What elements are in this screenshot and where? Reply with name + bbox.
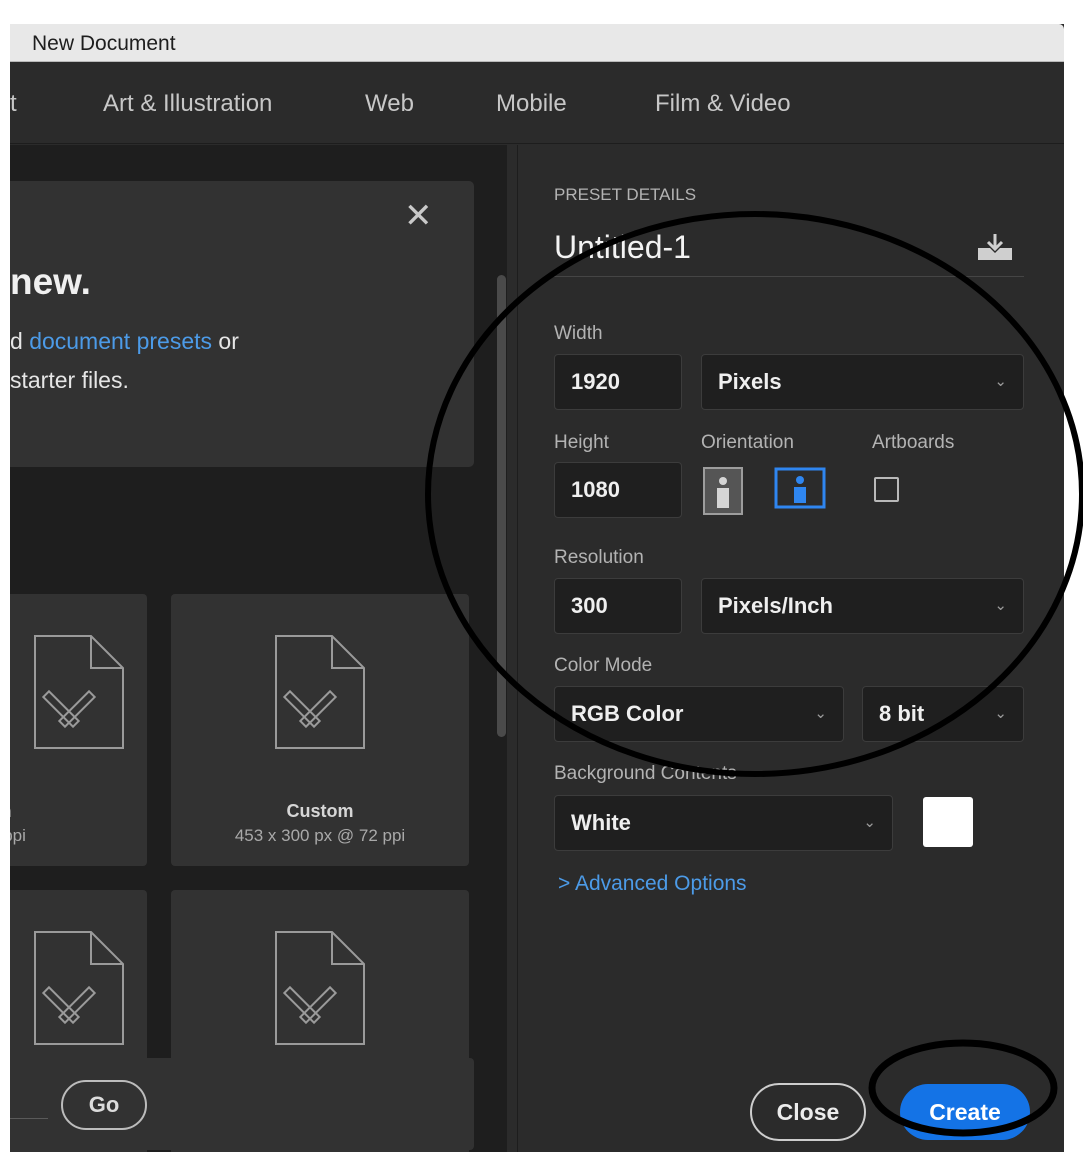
scrollbar[interactable] (497, 275, 506, 737)
artboards-checkbox[interactable] (874, 477, 899, 502)
preset-name: om (10, 801, 147, 822)
bit-depth-select[interactable]: 8 bit ⌄ (862, 686, 1024, 742)
width-unit-select[interactable]: Pixels ⌄ (701, 354, 1024, 410)
close-button[interactable]: Close (750, 1083, 866, 1141)
orientation-label: Orientation (701, 432, 794, 453)
preset-dimensions: 453 x 300 px @ 72 ppi (234, 826, 406, 845)
tab-web[interactable]: Web (365, 90, 414, 118)
welcome-heading: new. (10, 261, 91, 302)
title-bar: New Document (10, 24, 1064, 62)
color-mode-value: RGB Color (571, 701, 684, 726)
landscape-orientation-icon[interactable] (774, 467, 826, 509)
color-mode-select[interactable]: RGB Color ⌄ (554, 686, 844, 742)
resolution-label: Resolution (554, 547, 644, 568)
chevron-down-icon: ⌄ (994, 373, 1007, 390)
width-label: Width (554, 323, 603, 344)
save-preset-icon[interactable] (976, 232, 1014, 262)
welcome-banner: ✕ new. d document presets or starter fil… (10, 181, 474, 467)
create-button[interactable]: Create (900, 1084, 1030, 1140)
background-color-swatch[interactable] (923, 797, 973, 847)
section-label: PRESET DETAILS (554, 185, 697, 204)
height-input[interactable]: 1080 (554, 462, 682, 518)
document-ruler-pencil-icon (275, 635, 365, 749)
resolution-unit-value: Pixels/Inch (718, 593, 833, 618)
chevron-down-icon: ⌄ (994, 705, 1007, 722)
width-value: 1920 (571, 369, 620, 394)
advanced-options-toggle[interactable]: > Advanced Options (558, 872, 747, 896)
width-unit-value: Pixels (718, 369, 782, 394)
document-ruler-pencil-icon (275, 931, 365, 1045)
go-button[interactable]: Go (61, 1080, 147, 1130)
preset-name: Custom (286, 801, 354, 821)
document-ruler-pencil-icon (34, 635, 124, 749)
chevron-down-icon: ⌄ (814, 705, 827, 722)
template-search-bar: Go (10, 1058, 474, 1150)
preset-category-tabs: t Art & Illustration Web Mobile Film & V… (10, 62, 1064, 144)
resolution-value: 300 (571, 593, 608, 618)
color-mode-label: Color Mode (554, 655, 653, 676)
background-contents-label: Background Contents (554, 763, 737, 784)
preset-card[interactable]: om 300 ppi (10, 594, 147, 866)
artboards-label: Artboards (872, 432, 955, 453)
welcome-text-line2: starter files. (10, 367, 129, 393)
close-icon[interactable]: ✕ (404, 199, 433, 233)
height-value: 1080 (571, 477, 620, 502)
tab-truncated[interactable]: t (10, 90, 17, 118)
preset-dimensions: 300 ppi (10, 826, 26, 845)
welcome-text-suffix: or (212, 328, 239, 354)
preset-details-panel: PRESET DETAILS Untitled-1 Width 1920 Pix… (517, 145, 1064, 1152)
chevron-down-icon: ⌄ (863, 814, 876, 831)
resolution-unit-select[interactable]: Pixels/Inch ⌄ (701, 578, 1024, 634)
welcome-text-prefix: d (10, 328, 30, 354)
chevron-down-icon: ⌄ (994, 597, 1007, 614)
tab-film-video[interactable]: Film & Video (655, 90, 791, 118)
tab-mobile[interactable]: Mobile (496, 90, 567, 118)
search-input[interactable] (10, 1118, 48, 1119)
height-label: Height (554, 432, 609, 453)
preset-card-custom[interactable]: Custom 453 x 300 px @ 72 ppi (171, 594, 469, 866)
welcome-text: d document presets or (10, 328, 239, 355)
document-presets-link[interactable]: document presets (29, 328, 212, 354)
tab-art-illustration[interactable]: Art & Illustration (103, 90, 272, 118)
background-contents-value: White (571, 810, 631, 835)
portrait-orientation-icon[interactable] (703, 467, 743, 515)
new-document-dialog: New Document t Art & Illustration Web Mo… (10, 24, 1064, 1152)
bit-depth-value: 8 bit (879, 701, 925, 726)
preset-name-field[interactable]: Untitled-1 (554, 229, 691, 266)
divider (554, 276, 1024, 277)
resolution-input[interactable]: 300 (554, 578, 682, 634)
document-ruler-pencil-icon (34, 931, 124, 1045)
window-title: New Document (32, 32, 176, 55)
width-input[interactable]: 1920 (554, 354, 682, 410)
background-contents-select[interactable]: White ⌄ (554, 795, 893, 851)
presets-pane: ✕ new. d document presets or starter fil… (10, 145, 507, 1152)
